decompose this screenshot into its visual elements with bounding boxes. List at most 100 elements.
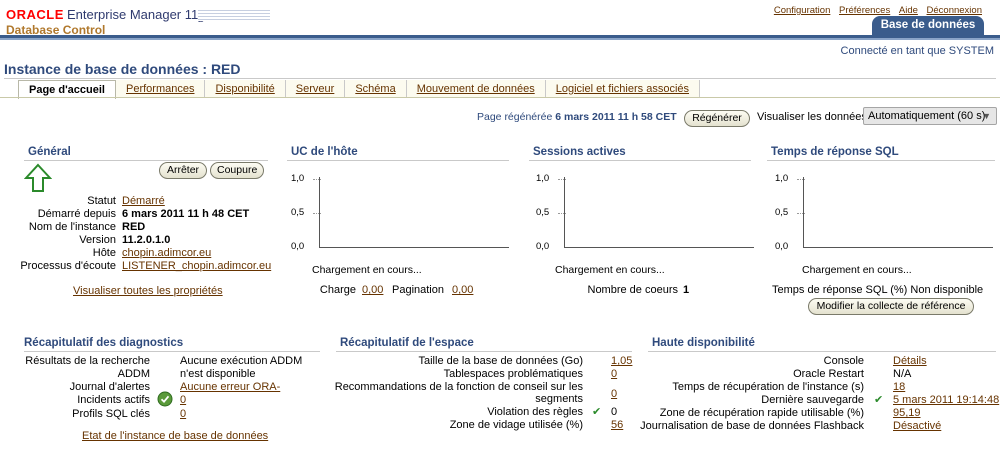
cores-value: 1	[683, 284, 690, 296]
diag-value-findings: Aucune exécution ADDM	[180, 355, 303, 367]
general-label-listener: Processus d'écoute	[20, 260, 116, 272]
ha-label-last-backup: Dernière sauvegarde	[761, 394, 864, 406]
general-label-version: Version	[79, 234, 116, 246]
y-axis	[319, 177, 320, 248]
ha-value-restart: N/A	[893, 368, 912, 380]
general-value-listener[interactable]: LISTENER_chopin.adimcor.eu	[122, 260, 271, 272]
logo-product-text: Enterprise Manager 11g	[66, 7, 206, 23]
tab-data-movement[interactable]: Mouvement de données	[406, 80, 546, 98]
diag-label-incidents: Incidents actifs	[77, 394, 150, 406]
target-tab-database[interactable]: Base de données	[872, 16, 984, 35]
tab-availability[interactable]: Disponibilité	[205, 80, 286, 98]
subtab-bar: Page d'accueil Performances Disponibilit…	[18, 80, 701, 99]
general-title: Général	[28, 146, 71, 158]
ha-label-fra: Zone de récupération rapide utilisable (…	[659, 407, 864, 419]
view-data-label: Visualiser les données	[757, 111, 867, 123]
blackout-button[interactable]: Coupure	[210, 162, 264, 179]
ha-value-last-backup[interactable]: 5 mars 2011 19:14:48	[893, 394, 999, 406]
diagnostics-divider	[24, 351, 320, 352]
host-cpu-chart: 1,0 0,5 0,0	[289, 172, 509, 252]
diag-label-alert-log: Journal d'alertes	[69, 381, 150, 393]
sql-response-chart: 1,0 0,5 0,0	[773, 172, 993, 252]
space-title: Récapitulatif de l'espace	[340, 337, 474, 349]
modify-baseline-button[interactable]: Modifier la collecte de référence	[808, 298, 974, 315]
status-up-arrow-icon	[24, 163, 52, 192]
diag-label-sql-profiles: Profils SQL clés	[72, 408, 150, 420]
diag-value-alert-log[interactable]: Aucune erreur ORA-	[180, 381, 280, 393]
diagnostics-title: Récapitulatif des diagnostics	[24, 337, 184, 349]
y-tick-label: 0,5	[775, 207, 789, 218]
diag-label-addm: ADDM	[117, 368, 150, 380]
host-cpu-title: UC de l'hôte	[291, 146, 358, 158]
global-links: Configuration Préférences Aide Déconnexi…	[768, 5, 982, 16]
diag-value-sql-profiles[interactable]: 0	[180, 408, 186, 420]
sql-response-pct-value: Non disponible	[910, 284, 984, 296]
logo-oracle-text: ORACLE	[6, 7, 64, 22]
paging-value[interactable]: 0,00	[452, 284, 473, 296]
host-cpu-divider	[287, 160, 509, 161]
ha-label-flashback: Journalisation de base de données Flashb…	[640, 420, 864, 432]
view-data-select[interactable]: Automatiquement (60 s) ▼	[863, 107, 997, 125]
general-value-started: 6 mars 2011 11 h 48 CET	[122, 208, 250, 220]
refresh-info: Page régénérée 6 mars 2011 11 h 58 CET	[477, 111, 677, 123]
link-logout[interactable]: Déconnexion	[927, 5, 982, 16]
header-bar-shadow	[0, 38, 1000, 40]
sql-response-divider	[767, 160, 995, 161]
y-tick-label: 0,5	[536, 207, 550, 218]
y-tick-label: 0,0	[536, 241, 550, 252]
x-axis	[564, 247, 754, 248]
x-axis	[319, 247, 509, 248]
instance-state-link[interactable]: Etat de l'instance de base de données	[82, 430, 268, 442]
ha-title: Haute disponibilité	[652, 337, 755, 349]
tab-software[interactable]: Logiciel et fichiers associés	[545, 80, 701, 98]
general-value-instance: RED	[122, 221, 146, 233]
ha-label-recovery-time: Temps de récupération de l'instance (s)	[672, 381, 864, 393]
diag-value-incidents[interactable]: 0	[180, 394, 186, 406]
stop-button[interactable]: Arrêter	[159, 162, 207, 179]
space-value-dump-area[interactable]: 56	[611, 419, 623, 431]
view-all-properties-link[interactable]: Visualiser toutes les propriétés	[73, 285, 223, 297]
refresh-button[interactable]: Régénérer	[684, 110, 750, 127]
space-value-segment-advisor[interactable]: 0	[611, 388, 617, 400]
tab-underline	[0, 97, 1000, 98]
load-value[interactable]: 0,00	[362, 284, 383, 296]
ha-value-recovery-time[interactable]: 18	[893, 381, 905, 393]
logo-decoration	[198, 10, 270, 21]
space-label-segment-advisor: Recommandations de la fonction de consei…	[334, 381, 583, 405]
y-axis	[803, 177, 804, 248]
y-tick-label: 0,5	[291, 207, 305, 218]
diag-label-findings: Résultats de la recherche	[25, 355, 150, 367]
check-circle-icon	[157, 391, 173, 407]
y-axis	[564, 177, 565, 248]
sql-response-pct: Temps de réponse SQL (%) Non disponible	[772, 284, 983, 296]
link-configuration[interactable]: Configuration	[774, 5, 831, 16]
general-value-host[interactable]: chopin.adimcor.eu	[122, 247, 211, 259]
ha-value-flashback[interactable]: Désactivé	[893, 420, 941, 432]
space-value-db-size[interactable]: 1,05	[611, 355, 632, 367]
general-label-instance: Nom de l'instance	[28, 221, 116, 233]
ha-label-restart: Oracle Restart	[793, 368, 864, 380]
tab-schema[interactable]: Schéma	[345, 80, 407, 98]
link-preferences[interactable]: Préférences	[839, 5, 890, 16]
chevron-down-icon: ▼	[982, 111, 991, 121]
space-value-policy: 0	[611, 406, 618, 418]
check-icon: ✔	[592, 406, 602, 418]
y-tick-label: 0,0	[291, 241, 305, 252]
sql-response-pct-label: Temps de réponse SQL (%)	[772, 284, 908, 296]
ha-value-console[interactable]: Détails	[893, 355, 927, 367]
tab-server[interactable]: Serveur	[285, 80, 346, 98]
space-value-tablespaces[interactable]: 0	[611, 368, 617, 380]
space-label-policy: Violation des règles	[487, 406, 583, 418]
general-label-host: Hôte	[92, 247, 116, 259]
general-label-started: Démarré depuis	[37, 208, 116, 220]
tab-performance[interactable]: Performances	[116, 80, 206, 98]
space-divider	[336, 351, 632, 352]
cores-label: Nombre de coeurs	[587, 284, 679, 296]
ha-divider	[648, 351, 996, 352]
ha-value-fra[interactable]: 95,19	[893, 407, 921, 419]
active-sessions-chart: 1,0 0,5 0,0	[534, 172, 754, 252]
y-tick-label: 1,0	[775, 173, 789, 184]
sql-response-title: Temps de réponse SQL	[771, 146, 899, 158]
link-help[interactable]: Aide	[899, 5, 918, 16]
general-value-status[interactable]: Démarré	[122, 195, 165, 207]
